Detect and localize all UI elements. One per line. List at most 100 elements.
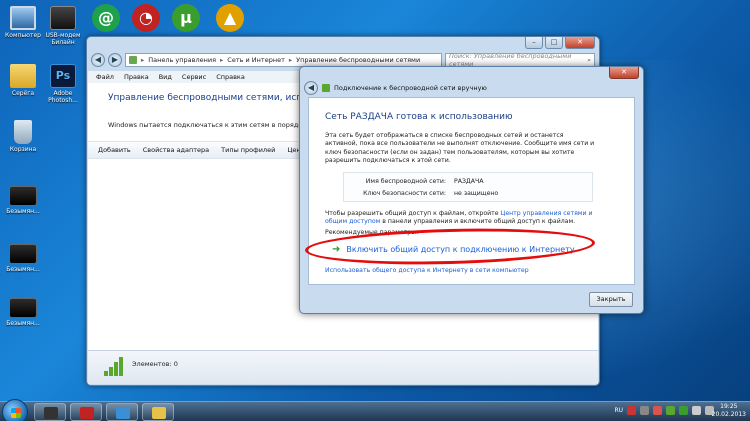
menu-help[interactable]: Справка — [216, 73, 245, 81]
desktop-icon-label: Серёга — [11, 90, 35, 97]
network-name-label: Имя беспроводной сети: — [365, 178, 446, 185]
photoshop-icon-image: Ps — [50, 64, 76, 88]
status-bar: Элементов: 0 — [88, 350, 598, 384]
recycle-bin-icon[interactable]: Корзина — [0, 120, 46, 153]
dialog-close-button[interactable]: ✕ — [609, 67, 639, 79]
maximize-button[interactable]: □ — [545, 37, 563, 49]
breadcrumb-separator: ▸ — [220, 56, 224, 64]
wireless-network-icon — [322, 84, 330, 92]
clock-date: 20.02.2013 — [711, 411, 746, 418]
signal-bar — [119, 357, 123, 376]
back-button[interactable]: ◀ — [91, 53, 105, 67]
breadcrumb-separator: ▸ — [141, 56, 145, 64]
security-key-row: Ключ безопасности сети: не защищено — [344, 190, 592, 200]
dialog-caption: Подключение к беспроводной сети вручную — [334, 84, 487, 92]
menu-file[interactable]: Файл — [96, 73, 114, 81]
share-text-start: Чтобы разрешить общий доступ к файлам, о… — [325, 210, 499, 217]
manual-connect-dialog: ✕ ◀ Подключение к беспроводной сети вруч… — [299, 66, 644, 314]
network-info-box: Имя беспроводной сети: РАЗДАЧА Ключ безо… — [343, 172, 593, 202]
clock-time: 19:25 — [720, 403, 738, 410]
taskbar-opera[interactable] — [70, 403, 102, 421]
taskbar-explorer[interactable] — [142, 403, 174, 421]
breadcrumb-item[interactable]: Управление беспроводными сетями — [296, 56, 420, 64]
minimize-button[interactable]: – — [525, 37, 543, 49]
close-button[interactable]: Закрыть — [589, 292, 633, 307]
usb-modem-icon[interactable]: USB-модем Билайн — [40, 6, 86, 46]
usb-modem-icon-image — [50, 6, 76, 30]
share-text-end: в панели управления и включите общий дос… — [382, 218, 576, 226]
opera-icon — [80, 407, 94, 419]
folder-icon — [152, 407, 166, 419]
tray-app-icon[interactable] — [653, 406, 662, 415]
desktop-icon-label: Безымян... — [6, 208, 40, 215]
signal-bar — [104, 371, 108, 376]
network-name-row: Имя беспроводной сети: РАЗДАЧА — [344, 178, 592, 188]
breadcrumb-separator: ▸ — [288, 56, 293, 64]
control-panel-icon — [116, 407, 130, 419]
dialog-paragraph: Эта сеть будет отображаться в списке бес… — [325, 132, 595, 164]
security-key-value: не защищено — [454, 190, 499, 197]
search-icon: ⌕ — [587, 55, 591, 64]
tray-app-icon[interactable] — [627, 406, 636, 415]
desktop-icon-label: USB-модем Билайн — [45, 32, 81, 46]
dialog-header: ◀ Подключение к беспроводной сети вручну… — [304, 81, 487, 95]
breadcrumb-item[interactable]: Сеть и Интернет — [227, 56, 285, 64]
file-sharing-text: Чтобы разрешить общий доступ к файлам, о… — [325, 210, 595, 227]
network-icon[interactable] — [692, 406, 701, 415]
desktop-icon-label: Безымян... — [6, 320, 40, 327]
menu-tools[interactable]: Сервис — [182, 73, 206, 81]
file-icon-image — [9, 298, 37, 318]
page-description: Windows пытается подключаться к этим сет… — [108, 121, 331, 129]
folder-icon-image — [10, 64, 36, 88]
mail-agent-icon[interactable]: @ — [92, 4, 120, 32]
breadcrumb-item[interactable]: Панель управления — [148, 56, 216, 64]
items-count: Элементов: 0 — [132, 360, 178, 368]
file-icon[interactable]: Безымян... — [0, 186, 46, 215]
menu-edit[interactable]: Правка — [124, 73, 149, 81]
security-key-label: Ключ безопасности сети: — [363, 190, 446, 197]
file-icon[interactable]: Безымян... — [0, 244, 46, 273]
window-caption-buttons: – □ ✕ — [525, 37, 595, 49]
signal-bar — [109, 367, 113, 376]
desktop-icon-label: Корзина — [9, 146, 37, 153]
wireless-signal-icon — [104, 356, 124, 376]
desktop-icon-label: Adobe Photosh... — [48, 90, 78, 104]
clock[interactable]: 19:25 20.02.2013 — [712, 403, 746, 419]
signal-bar — [114, 362, 118, 376]
desktop-icon-label: Безымян... — [6, 266, 40, 273]
system-tray: RU — [614, 406, 714, 415]
aimp-icon[interactable]: ▲ — [216, 4, 244, 32]
photoshop-icon[interactable]: Ps Adobe Photosh... — [40, 64, 86, 104]
desktop-icon-label: Компьютер — [5, 32, 41, 39]
windows-logo-icon — [11, 408, 21, 418]
tray-app-icon[interactable] — [666, 406, 675, 415]
forward-button[interactable]: ▶ — [108, 53, 122, 67]
opera-speed-icon[interactable]: ◔ — [132, 4, 160, 32]
taskbar-usb-modem[interactable] — [34, 403, 66, 421]
network-name-value: РАЗДАЧА — [454, 178, 484, 185]
taskbar-control-panel[interactable] — [106, 403, 138, 421]
file-icon-image — [9, 186, 37, 206]
utorrent-icon[interactable]: µ — [172, 4, 200, 32]
start-button[interactable] — [2, 399, 28, 421]
search-input[interactable]: Поиск: Управление беспроводными сетями ⌕ — [445, 52, 595, 68]
dialog-heading: Сеть РАЗДАЧА готова к использованию — [325, 112, 513, 122]
tray-app-icon[interactable] — [679, 406, 688, 415]
recycle-bin-icon-image — [14, 120, 32, 144]
address-bar[interactable]: ▸ Панель управления ▸ Сеть и Интернет ▸ … — [125, 53, 442, 67]
computer-icon-image — [10, 6, 36, 30]
file-icon-image — [9, 244, 37, 264]
menu-view[interactable]: Вид — [159, 73, 172, 81]
file-icon[interactable]: Безымян... — [0, 298, 46, 327]
other-ics-link[interactable]: Использовать общего доступа к Интернету … — [325, 267, 529, 274]
adapter-properties-button[interactable]: Свойства адаптера — [143, 146, 209, 154]
profile-types-button[interactable]: Типы профилей — [221, 146, 275, 154]
tray-app-icon[interactable] — [640, 406, 649, 415]
back-button[interactable]: ◀ — [304, 81, 318, 95]
taskbar: RU 19:25 20.02.2013 — [0, 399, 750, 421]
language-indicator[interactable]: RU — [614, 407, 623, 414]
usb-modem-icon — [44, 407, 58, 419]
control-panel-icon — [129, 56, 137, 64]
close-button[interactable]: ✕ — [565, 37, 595, 49]
add-button[interactable]: Добавить — [98, 146, 131, 154]
